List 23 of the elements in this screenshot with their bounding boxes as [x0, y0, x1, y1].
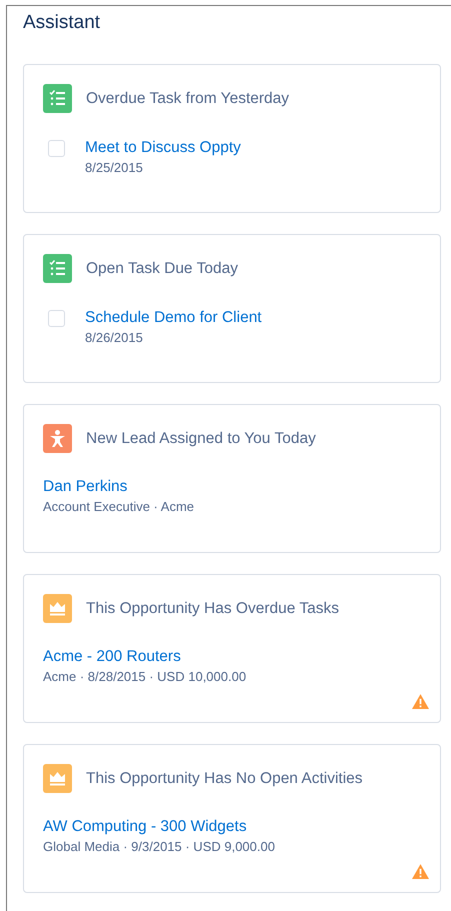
- panel-title: Assistant: [23, 11, 102, 35]
- card-heading: Overdue Task from Yesterday: [86, 90, 290, 108]
- record-link[interactable]: Dan Perkins: [43, 478, 194, 496]
- record-detail: Acme · 8/28/2015 · USD 10,000.00: [43, 669, 246, 684]
- checkbox[interactable]: [48, 310, 65, 327]
- record-link[interactable]: Meet to Discuss Oppty: [85, 139, 241, 157]
- checkbox[interactable]: [48, 140, 65, 157]
- task-list-icon: [43, 84, 72, 113]
- record-detail: Account Executive · Acme: [43, 499, 194, 514]
- person-icon: [43, 424, 72, 453]
- task-list-icon: [43, 254, 72, 283]
- crown-icon: [43, 764, 72, 793]
- record-detail: Global Media · 9/3/2015 · USD 9,000.00: [43, 839, 275, 854]
- card-heading: Open Task Due Today: [86, 260, 238, 278]
- record-detail: 8/26/2015: [85, 330, 144, 345]
- crown-icon: [43, 594, 72, 623]
- card-heading: This Opportunity Has Overdue Tasks: [86, 600, 339, 618]
- record-link[interactable]: Acme - 200 Routers: [43, 648, 246, 666]
- card-heading: This Opportunity Has No Open Activities: [86, 770, 363, 788]
- record-link[interactable]: Schedule Demo for Client: [85, 309, 262, 327]
- card-heading: New Lead Assigned to You Today: [86, 430, 316, 448]
- record-detail: 8/25/2015: [85, 160, 144, 175]
- record-link[interactable]: AW Computing - 300 Widgets: [43, 818, 275, 836]
